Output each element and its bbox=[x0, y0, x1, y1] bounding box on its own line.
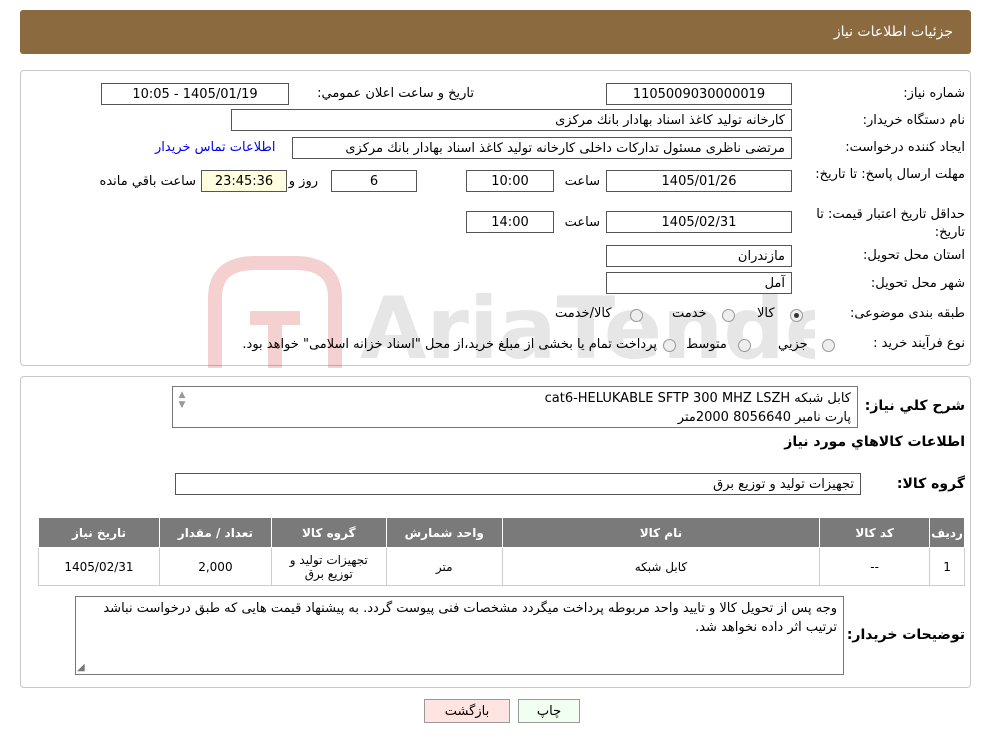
cell-group: تجهيزات توليد و توزيع برق bbox=[270, 547, 387, 586]
validity-label: حداقل تاريخ اعتبار قيمت: تا تاریخ: bbox=[816, 207, 965, 240]
deadline-time-field: 10:00 bbox=[466, 170, 554, 192]
table-header-row: رديف کد کالا نام کالا واحد شمارش گروه کا… bbox=[38, 517, 965, 548]
description-label: شرح کلي نياز: bbox=[864, 398, 965, 414]
category-option-both: كالا/خدمت bbox=[555, 306, 612, 321]
category-radio-both[interactable] bbox=[630, 309, 643, 322]
col-group: گروه کالا bbox=[270, 517, 387, 548]
process-note: پرداخت تمام یا بخشی از مبلغ خرید،از محل … bbox=[242, 337, 657, 352]
goods-group-label: گروه کالا: bbox=[896, 476, 965, 492]
category-radio-goods[interactable] bbox=[790, 309, 803, 322]
cell-qty: 2,000 bbox=[158, 547, 272, 586]
description-scroll[interactable]: ▲ ▼ bbox=[175, 390, 189, 426]
back-button[interactable]: بازگشت bbox=[424, 699, 510, 723]
col-qty: تعداد / مقدار bbox=[158, 517, 272, 548]
validity-time-field: 14:00 bbox=[466, 211, 554, 233]
notes-text: وجه پس از تحويل كالا و تاييد واحد مربوطه… bbox=[103, 601, 837, 635]
print-button[interactable]: چاپ bbox=[518, 699, 580, 723]
buyer-contact-link[interactable]: اطلاعات تماس خريدار bbox=[155, 140, 275, 155]
validity-time-label: ساعت bbox=[564, 215, 600, 230]
cell-code: -- bbox=[819, 547, 931, 586]
description-line-1: كابل شبكه cat6-HELUKABLE SFTP 300 MHZ LS… bbox=[544, 391, 851, 406]
province-field: مازندران bbox=[606, 245, 792, 267]
goods-group-field: تجهيزات توليد و توزيع برق bbox=[175, 473, 861, 495]
announce-label: تاریخ و ساعت اعلان عمومي: bbox=[317, 86, 474, 101]
process-label: نوع فرآیند خرید : bbox=[873, 336, 965, 351]
cell-row: 1 bbox=[929, 547, 965, 586]
need-number-field: 1105009030000019 bbox=[606, 83, 792, 105]
process-option-minor: جزيي bbox=[778, 337, 808, 352]
need-number-label: شماره نیاز: bbox=[903, 86, 965, 101]
process-checkbox-treasury[interactable] bbox=[663, 339, 676, 352]
scroll-down-icon[interactable]: ▼ bbox=[179, 400, 186, 410]
col-date: تاریخ نیاز bbox=[38, 517, 160, 548]
category-radio-service[interactable] bbox=[722, 309, 735, 322]
creator-field: مرتضی ناظری مسئول تداركات داخلی كارخانه … bbox=[292, 137, 792, 159]
goods-section-title: اطلاعات كالاهاي مورد نياز bbox=[784, 434, 965, 450]
description-line-2: پارت نامبر 8056640 2000متر bbox=[677, 410, 851, 425]
col-unit: واحد شمارش bbox=[385, 517, 503, 548]
category-option-service: خدمت bbox=[672, 306, 707, 321]
buyer-field: كارخانه توليد كاغذ اسناد بهادار بانك مرك… bbox=[231, 109, 792, 131]
category-label: طبقه بندی موضوعی: bbox=[849, 306, 965, 321]
creator-label: ایجاد کننده درخواست: bbox=[845, 140, 965, 155]
col-name: نام کالا bbox=[501, 517, 821, 548]
deadline-date-field: 1405/01/26 bbox=[606, 170, 792, 192]
process-option-medium: متوسط bbox=[686, 337, 727, 352]
col-code: کد کالا bbox=[819, 517, 931, 548]
scroll-up-icon[interactable]: ▲ bbox=[179, 390, 186, 400]
cell-unit: متر bbox=[385, 547, 503, 586]
validity-date-field: 1405/02/31 bbox=[606, 211, 792, 233]
page-header: جزئیات اطلاعات نیاز bbox=[20, 10, 971, 54]
remaining-time-field: 23:45:36 bbox=[201, 170, 287, 192]
notes-label: توضيحات خريدار: bbox=[846, 627, 965, 643]
remaining-label: ساعت باقي مانده bbox=[99, 174, 196, 189]
description-textarea[interactable]: كابل شبكه cat6-HELUKABLE SFTP 300 MHZ LS… bbox=[172, 386, 858, 428]
items-table: رديف کد کالا نام کالا واحد شمارش گروه کا… bbox=[38, 517, 965, 586]
cell-date: 1405/02/31 bbox=[38, 547, 160, 586]
deadline-label: مهلت ارسال پاسخ: تا تاریخ: bbox=[815, 167, 965, 182]
notes-textarea[interactable]: وجه پس از تحويل كالا و تاييد واحد مربوطه… bbox=[75, 596, 844, 675]
resize-handle-icon[interactable]: ◢ bbox=[77, 662, 85, 673]
cell-name: كابل شبكه bbox=[501, 547, 821, 586]
city-label: شهر محل تحويل: bbox=[870, 276, 965, 291]
days-label: روز و bbox=[288, 174, 318, 189]
announce-field: 1405/01/19 - 10:05 bbox=[101, 83, 289, 105]
col-row: رديف bbox=[929, 517, 965, 548]
page-title: جزئیات اطلاعات نیاز bbox=[833, 24, 953, 40]
deadline-time-label: ساعت bbox=[564, 174, 600, 189]
province-label: استان محل تحويل: bbox=[863, 248, 965, 263]
city-field: آمل bbox=[606, 272, 792, 294]
category-option-goods: كالا bbox=[757, 306, 775, 321]
process-radio-medium[interactable] bbox=[738, 339, 751, 352]
table-row: 1 -- كابل شبكه متر تجهيزات توليد و توزيع… bbox=[38, 547, 965, 586]
process-radio-minor[interactable] bbox=[822, 339, 835, 352]
buyer-label: نام دستگاه خريدار: bbox=[862, 113, 965, 128]
days-field: 6 bbox=[331, 170, 417, 192]
